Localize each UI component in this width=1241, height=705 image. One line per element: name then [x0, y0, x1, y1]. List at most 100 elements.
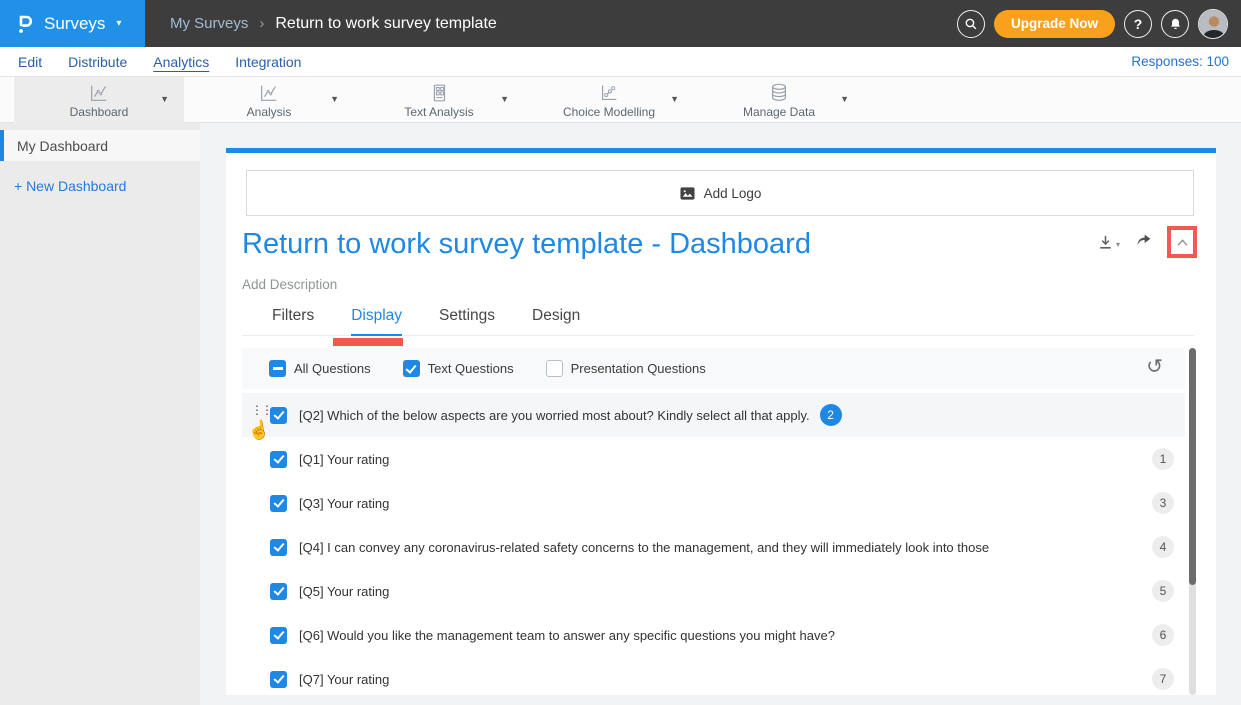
collapse-button-highlighted[interactable]	[1167, 226, 1197, 258]
question-list: ⋮⋮ [Q2] Which of the below aspects are y…	[242, 393, 1185, 695]
annotation-red-underline	[333, 338, 403, 346]
download-button[interactable]: ▾	[1096, 233, 1120, 252]
tab-settings[interactable]: Settings	[439, 307, 495, 335]
analytics-toolbar: Dashboard ▼ Analysis	[0, 77, 1241, 123]
question-row-q7[interactable]: [Q7] Your rating 7	[242, 657, 1185, 695]
download-caret-icon: ▾	[1116, 240, 1120, 252]
toolbar-item-caret-icon[interactable]: ▼	[840, 94, 849, 104]
filter-text-questions[interactable]: Text Questions	[403, 360, 514, 377]
search-button[interactable]	[957, 10, 985, 38]
question-row-q6[interactable]: [Q6] Would you like the management team …	[242, 613, 1185, 657]
product-caret-icon: ▾	[116, 18, 121, 29]
question-checkbox[interactable]	[270, 539, 287, 556]
question-order-badge: 2	[820, 404, 842, 426]
question-row-q3[interactable]: [Q3] Your rating 3	[242, 481, 1185, 525]
notifications-button[interactable]	[1161, 10, 1189, 38]
filter-label: Presentation Questions	[571, 361, 706, 376]
survey-nav: Edit Distribute Analytics Integration Respon…	[0, 47, 1241, 77]
breadcrumb-separator: ›	[259, 15, 264, 32]
dashboard-sidebar: My Dashboard + New Dashboard	[0, 123, 200, 705]
question-number-badge: 5	[1152, 580, 1174, 602]
breadcrumb-my-surveys[interactable]: My Surveys	[170, 15, 248, 32]
question-row-q2[interactable]: ⋮⋮ [Q2] Which of the below aspects are y…	[242, 393, 1185, 437]
display-tabs: Filters Display Settings Design	[242, 307, 1194, 336]
filter-checkbox[interactable]	[546, 360, 563, 377]
question-number-badge: 7	[1152, 668, 1174, 690]
dashboard-title[interactable]: Return to work survey template - Dashboa…	[242, 228, 811, 261]
search-icon	[964, 17, 978, 31]
help-button[interactable]: ?	[1124, 10, 1152, 38]
toolbar-item-caret-icon[interactable]: ▼	[330, 94, 339, 104]
line-chart-icon	[87, 82, 111, 104]
question-checkbox[interactable]	[270, 627, 287, 644]
filter-checkbox[interactable]	[403, 360, 420, 377]
add-description-field[interactable]: Add Description	[242, 277, 337, 292]
card-accent-bar	[226, 148, 1216, 153]
question-checkbox[interactable]	[270, 451, 287, 468]
help-icon: ?	[1134, 16, 1143, 32]
new-dashboard-button[interactable]: + New Dashboard	[0, 178, 200, 194]
bell-icon	[1169, 17, 1182, 31]
question-checkbox[interactable]	[270, 407, 287, 424]
filter-checkbox[interactable]	[269, 360, 286, 377]
image-icon	[679, 186, 696, 201]
breadcrumb: My Surveys › Return to work survey templ…	[170, 0, 497, 47]
filter-presentation-questions[interactable]: Presentation Questions	[546, 360, 706, 377]
toolbar-item-choice-modelling[interactable]: Choice Modelling ▼	[524, 77, 694, 123]
avatar-photo	[1199, 10, 1228, 39]
toolbar-item-caret-icon[interactable]: ▼	[670, 94, 679, 104]
question-text: [Q2] Which of the below aspects are you …	[299, 408, 810, 423]
question-text: [Q5] Your rating	[299, 584, 389, 599]
upgrade-now-button[interactable]: Upgrade Now	[994, 10, 1115, 38]
tab-filters[interactable]: Filters	[272, 307, 314, 335]
share-button[interactable]	[1133, 230, 1154, 254]
question-row-q1[interactable]: [Q1] Your rating 1	[242, 437, 1185, 481]
responses-count-link[interactable]: Responses: 100	[1131, 54, 1229, 69]
toolbar-item-caret-icon[interactable]: ▼	[160, 94, 169, 104]
nav-item-analytics[interactable]: Analytics	[153, 54, 209, 70]
line-chart-icon	[257, 82, 281, 104]
toolbar-item-text-analysis[interactable]: Text Analysis ▼	[354, 77, 524, 123]
choice-modelling-icon	[597, 82, 621, 104]
question-filter-bar: All Questions Text Questions Presentatio…	[242, 348, 1185, 389]
product-name: Surveys	[44, 14, 105, 34]
question-checkbox[interactable]	[270, 495, 287, 512]
toolbar-item-dashboard[interactable]: Dashboard ▼	[14, 77, 184, 123]
app-root: Surveys ▾ My Surveys › Return to work su…	[0, 0, 1241, 705]
question-row-q5[interactable]: [Q5] Your rating 5	[242, 569, 1185, 613]
question-number-badge: 3	[1152, 492, 1174, 514]
nav-item-edit[interactable]: Edit	[18, 54, 42, 70]
toolbar-item-caret-icon[interactable]: ▼	[500, 94, 509, 104]
filter-all-questions[interactable]: All Questions	[269, 360, 371, 377]
text-analysis-icon	[427, 82, 451, 104]
reset-icon[interactable]: ↺	[1146, 356, 1163, 378]
question-list-scrollbar-track[interactable]	[1189, 348, 1196, 695]
question-number-badge: 6	[1152, 624, 1174, 646]
toolbar-item-analysis[interactable]: Analysis ▼	[184, 77, 354, 123]
filter-label: Text Questions	[428, 361, 514, 376]
share-arrow-icon	[1133, 230, 1154, 249]
breadcrumb-current-survey: Return to work survey template	[275, 15, 496, 33]
tab-design[interactable]: Design	[532, 307, 580, 335]
question-row-q4[interactable]: [Q4] I can convey any coronavirus-relate…	[242, 525, 1185, 569]
product-switcher[interactable]: Surveys ▾	[0, 0, 145, 47]
filter-label: All Questions	[294, 361, 371, 376]
nav-item-integration[interactable]: Integration	[235, 54, 301, 70]
question-list-scrollbar-thumb[interactable]	[1189, 348, 1196, 585]
toolbar-item-label: Manage Data	[743, 105, 815, 119]
toolbar-item-label: Choice Modelling	[563, 105, 655, 119]
title-actions: ▾	[1096, 226, 1197, 258]
tab-display[interactable]: Display	[351, 307, 402, 336]
drag-handle-icon[interactable]: ⋮⋮	[251, 406, 263, 415]
toolbar-item-manage-data[interactable]: Manage Data ▼	[694, 77, 864, 123]
nav-item-distribute[interactable]: Distribute	[68, 54, 127, 70]
question-text: [Q7] Your rating	[299, 672, 389, 687]
questionpro-logo-icon	[15, 12, 35, 36]
question-checkbox[interactable]	[270, 671, 287, 688]
question-checkbox[interactable]	[270, 583, 287, 600]
sidebar-item-my-dashboard[interactable]: My Dashboard	[0, 130, 200, 161]
avatar[interactable]	[1198, 9, 1228, 39]
toolbar-item-label: Text Analysis	[404, 105, 473, 119]
question-text: [Q4] I can convey any coronavirus-relate…	[299, 540, 989, 555]
add-logo-button[interactable]: Add Logo	[246, 170, 1194, 216]
